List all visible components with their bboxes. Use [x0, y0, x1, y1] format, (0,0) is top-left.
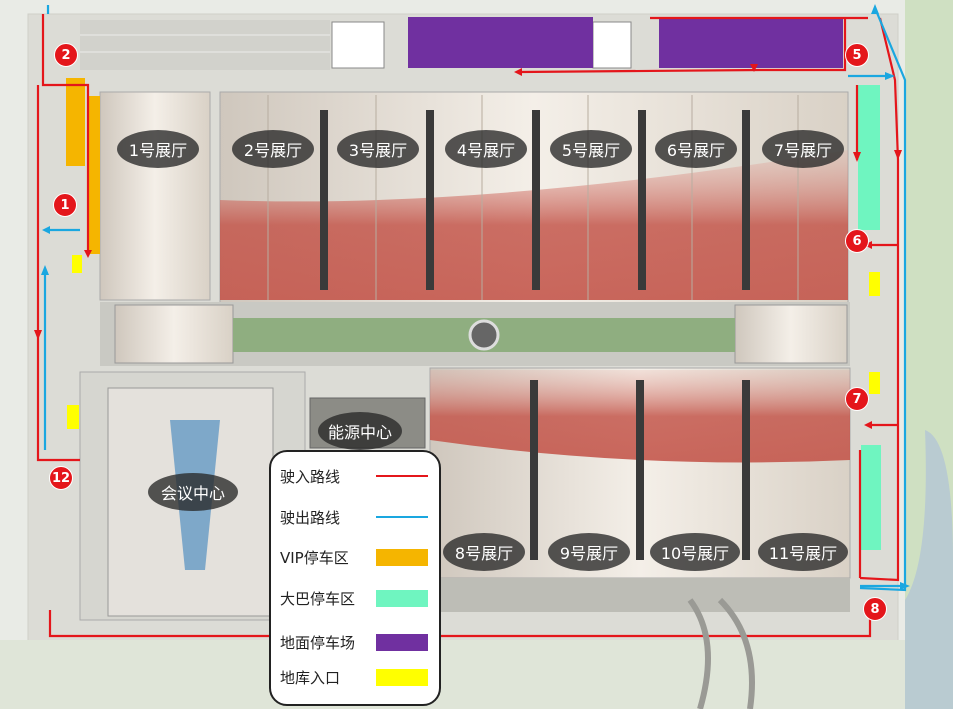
gate-12-marker: 12 — [49, 466, 73, 490]
gate-5-marker: 5 — [845, 43, 869, 67]
legend-entry-route-line — [376, 475, 428, 477]
map-drawing — [0, 0, 953, 709]
hall-3-label: 3号展厅 — [337, 130, 419, 168]
gate-8-marker: 8 — [863, 597, 887, 621]
legend-ground-parking-label: 地面停车场 — [280, 633, 356, 652]
map-legend: 驶入路线 驶出路线 VIP停车区 大巴停车区 地面停车场 地库入口 — [269, 450, 441, 706]
legend-bus-parking-swatch — [376, 589, 428, 607]
underground-entrance-1 — [72, 255, 82, 273]
legend-vip-parking: VIP停车区 — [280, 545, 430, 569]
underground-entrance-2 — [67, 405, 79, 429]
legend-bus-parking-label: 大巴停车区 — [280, 589, 356, 608]
underground-entrance-4 — [869, 372, 880, 394]
legend-bus-parking: 大巴停车区 — [280, 586, 430, 610]
vip-parking-area-1 — [66, 78, 85, 166]
hall-2-label: 2号展厅 — [232, 130, 314, 168]
hall-10-label: 10号展厅 — [650, 533, 740, 571]
legend-entry-route-label: 驶入路线 — [280, 467, 341, 486]
underground-entrance-3 — [869, 272, 880, 296]
gate-6-marker: 6 — [845, 229, 869, 253]
legend-ground-parking: 地面停车场 — [280, 630, 430, 654]
hall-7-label: 7号展厅 — [762, 130, 844, 168]
legend-underground-entrance-label: 地库入口 — [280, 668, 341, 687]
hall-11-label: 11号展厅 — [758, 533, 848, 571]
hall-9-label: 9号展厅 — [548, 533, 630, 571]
legend-exit-route-line — [376, 516, 428, 518]
gate-7-marker: 7 — [845, 387, 869, 411]
ground-parking-area-2 — [659, 17, 843, 68]
legend-vip-parking-swatch — [376, 548, 428, 566]
bus-parking-area-2 — [861, 445, 881, 550]
hall-5-label: 5号展厅 — [550, 130, 632, 168]
legend-exit-route: 驶出路线 — [280, 505, 430, 529]
gate-1-marker: 1 — [53, 193, 77, 217]
vip-parking-area-2 — [88, 96, 100, 254]
hall-8-label: 8号展厅 — [443, 533, 525, 571]
hall-6-label: 6号展厅 — [655, 130, 737, 168]
hall-1-label: 1号展厅 — [117, 130, 199, 168]
conference-center-label: 会议中心 — [148, 473, 238, 511]
bus-parking-area-1 — [858, 85, 880, 230]
ground-parking-area-1 — [408, 17, 593, 68]
legend-exit-route-label: 驶出路线 — [280, 508, 341, 527]
legend-underground-entrance: 地库入口 — [280, 665, 430, 689]
exhibition-site-map: 1号展厅 2号展厅 3号展厅 4号展厅 5号展厅 6号展厅 7号展厅 8号展厅 … — [0, 0, 953, 709]
gate-2-marker: 2 — [54, 43, 78, 67]
energy-center-label: 能源中心 — [318, 412, 402, 450]
hall-4-label: 4号展厅 — [445, 130, 527, 168]
legend-entry-route: 驶入路线 — [280, 464, 430, 488]
legend-underground-entrance-swatch — [376, 668, 428, 686]
legend-vip-parking-label: VIP停车区 — [280, 548, 349, 567]
legend-ground-parking-swatch — [376, 633, 428, 651]
